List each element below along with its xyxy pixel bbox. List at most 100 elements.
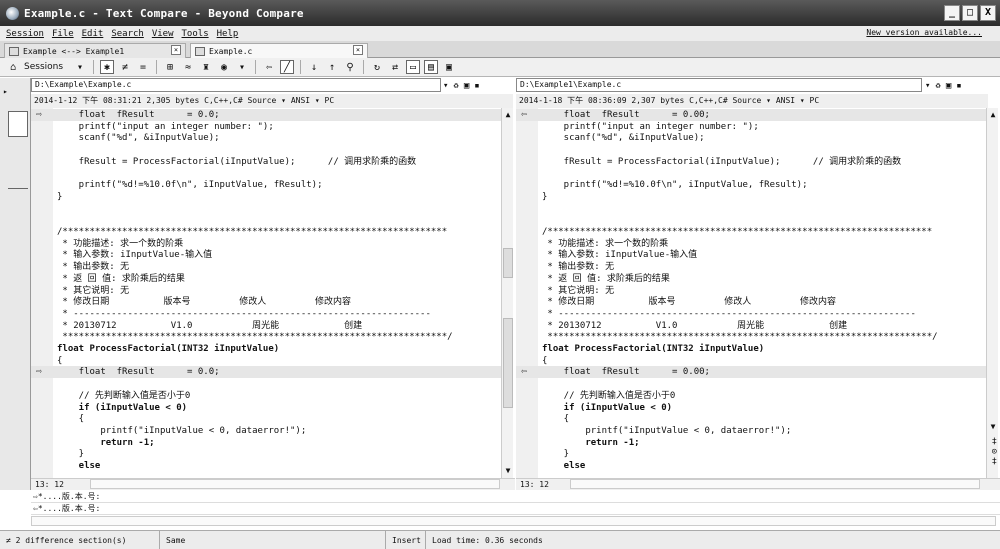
copy-left-arrow-icon[interactable]: ⇦ — [521, 366, 527, 378]
sessions-button[interactable]: Sessions — [24, 62, 63, 72]
toolbar-separator — [255, 60, 257, 74]
thumbnail-viewport[interactable] — [8, 111, 28, 137]
menu-tools[interactable]: Tools — [182, 29, 209, 39]
layout-one-icon[interactable]: ▭ — [406, 60, 421, 74]
close-button[interactable]: X — [980, 5, 996, 21]
new-version-link[interactable]: New version available... — [866, 28, 982, 37]
folder-compare-icon — [9, 46, 19, 56]
code-line: * 输入参数: iInputValue-输入值 — [542, 250, 698, 260]
left-path-field[interactable]: D:\Example\Example.c — [31, 78, 441, 92]
maximize-button[interactable]: □ — [962, 5, 978, 21]
format-icon[interactable]: ◉ — [217, 60, 231, 74]
code-line: float fResult = 0.0; — [57, 367, 220, 377]
code-line: ****************************************… — [542, 332, 938, 342]
scroll-thumb[interactable] — [503, 318, 513, 408]
menu-session[interactable]: Session — [6, 29, 44, 39]
code-line: * 输出参数: 无 — [57, 262, 130, 272]
right-vertical-scrollbar[interactable]: ▲ ▼ — [986, 108, 998, 478]
window-controls: _ □ X — [944, 5, 996, 21]
copy-left-arrow-icon[interactable]: ⇦ — [521, 109, 527, 121]
dropdown-arrow-icon[interactable]: ▾ — [235, 60, 249, 74]
history-dropdown-icon[interactable]: ▾ — [443, 81, 448, 91]
right-header-icons: ▾ ♻ ▣ ▪ — [925, 79, 962, 92]
thumbnail-strip[interactable] — [0, 78, 31, 490]
code-line: ****************************************… — [57, 332, 453, 342]
menu-view[interactable]: View — [152, 29, 174, 39]
edit-icon[interactable]: ╱ — [280, 60, 295, 74]
right-text-pane[interactable]: ⇦ float fResult = 0.00; printf("input an… — [516, 108, 986, 478]
dropdown-arrow-icon[interactable]: ▾ — [73, 60, 87, 74]
scroll-thumb[interactable] — [503, 248, 513, 278]
center-glyph-icon[interactable]: ⊙ — [992, 447, 997, 457]
code-line: /***************************************… — [57, 227, 448, 237]
browse-folder-icon[interactable]: ▣ — [464, 81, 469, 91]
close-tab-icon[interactable]: × — [353, 45, 363, 55]
left-text-pane[interactable]: ⇨ float fResult = 0.0; printf("input an … — [31, 108, 501, 478]
diffs-filter-icon[interactable]: ≠ — [118, 60, 132, 74]
context-icon[interactable]: ⊞ — [163, 60, 177, 74]
app-icon — [6, 6, 19, 20]
code-line: } — [542, 192, 548, 202]
save-icon[interactable]: ▪ — [474, 81, 479, 91]
code-line: * 输出参数: 无 — [542, 262, 615, 272]
code-line: printf("iInputValue < 0, dataerror!"); — [542, 426, 792, 436]
copy-right-arrow-icon[interactable]: ⇨ — [36, 109, 42, 121]
menu-search[interactable]: Search — [111, 29, 144, 39]
rules-icon[interactable]: ♜ — [199, 60, 213, 74]
next-glyph-icon[interactable]: ‡ — [992, 457, 997, 467]
prev-glyph-icon[interactable]: ‡ — [992, 437, 997, 447]
swap-icon[interactable]: ⇄ — [388, 60, 402, 74]
scroll-up-icon[interactable]: ▲ — [503, 110, 513, 120]
tab-label: Example.c — [209, 46, 253, 56]
code-line: float ProcessFactorial(INT32 iInputValue… — [542, 344, 765, 354]
code-line: float ProcessFactorial(INT32 iInputValue… — [57, 344, 280, 354]
right-horizontal-scrollbar[interactable] — [570, 479, 980, 489]
minimize-button[interactable]: _ — [944, 5, 960, 21]
all-filter-icon[interactable]: ✱ — [100, 60, 115, 74]
history-dropdown-icon[interactable]: ▾ — [925, 81, 930, 91]
scroll-up-icon[interactable]: ▲ — [988, 110, 998, 120]
minor-icon[interactable]: ≈ — [181, 60, 195, 74]
code-line: printf("%d!=%10.0f\n", iInputValue, fRes… — [542, 180, 808, 190]
copy-right-arrow-icon[interactable]: ⇨ — [36, 366, 42, 378]
menu-help[interactable]: Help — [217, 29, 239, 39]
right-gutter — [516, 108, 538, 478]
details-icon[interactable]: ▣ — [442, 60, 456, 74]
left-horizontal-scrollbar[interactable] — [90, 479, 500, 489]
scroll-down-icon[interactable]: ▼ — [503, 466, 513, 476]
home-icon[interactable]: ⌂ — [6, 60, 20, 74]
code-line: * 修改日期 版本号 修改人 修改内容 — [542, 297, 836, 307]
code-line: fResult = ProcessFactorial(iInputValue);… — [57, 157, 417, 167]
save-icon[interactable]: ▪ — [956, 81, 961, 91]
left-vertical-scrollbar[interactable]: ▲ ▼ — [501, 108, 513, 478]
next-diff-icon[interactable]: ↓ — [307, 60, 321, 74]
copy-to-left-icon[interactable]: ⇦ — [262, 60, 276, 74]
right-path-field[interactable]: D:\Example1\Example.c — [516, 78, 922, 92]
code-line: scanf("%d", &iInputValue); — [542, 133, 705, 143]
load-time: Load time: 0.36 seconds — [432, 535, 543, 545]
right-info-bar: 2014-1-18 下午 08:36:09 2,307 bytes C,C++,… — [516, 94, 988, 108]
recycle-icon[interactable]: ♻ — [935, 81, 940, 91]
tab-folder-compare[interactable]: Example <--> Example1 × — [4, 43, 186, 58]
find-icon[interactable]: ⚲ — [343, 60, 357, 74]
close-tab-icon[interactable]: × — [171, 45, 181, 55]
code-line: * --------------------------------------… — [542, 309, 916, 319]
menu-file[interactable]: File — [52, 29, 74, 39]
details-horizontal-scrollbar[interactable] — [31, 516, 996, 526]
tab-text-compare[interactable]: Example.c × — [190, 43, 368, 58]
title-bar: Example.c - Text Compare - Beyond Compar… — [0, 0, 1000, 26]
browse-folder-icon[interactable]: ▣ — [946, 81, 951, 91]
refresh-icon[interactable]: ↻ — [370, 60, 384, 74]
code-line: else — [57, 461, 101, 471]
left-gutter — [31, 108, 53, 478]
scroll-down-icon[interactable]: ▼ — [988, 422, 998, 432]
recycle-icon[interactable]: ♻ — [453, 81, 458, 91]
code-line: fResult = ProcessFactorial(iInputValue);… — [542, 157, 902, 167]
layout-two-icon[interactable]: ▤ — [424, 60, 439, 74]
toolbar-separator — [363, 60, 365, 74]
prev-diff-icon[interactable]: ↑ — [325, 60, 339, 74]
strip-arrow-icon: ▸ — [3, 87, 8, 96]
same-filter-icon[interactable]: = — [136, 60, 150, 74]
menu-edit[interactable]: Edit — [82, 29, 104, 39]
tab-strip: Example <--> Example1 × Example.c × — [0, 41, 1000, 58]
